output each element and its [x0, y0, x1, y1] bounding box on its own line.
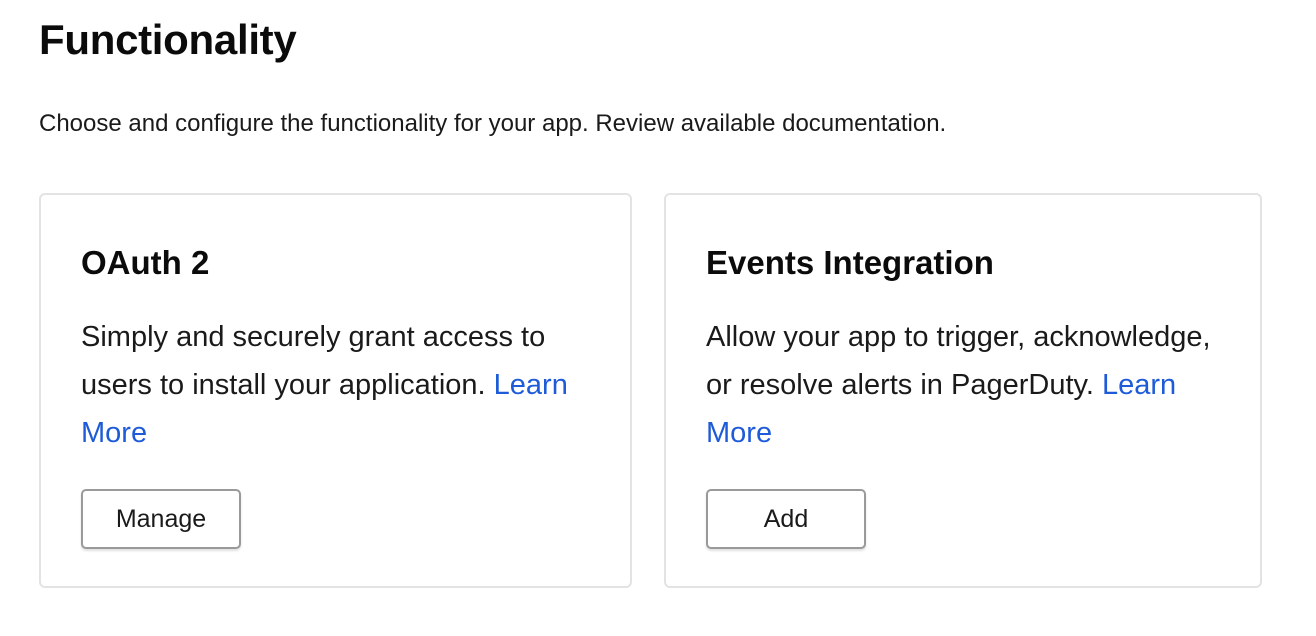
- page-subtitle: Choose and configure the functionality f…: [39, 110, 947, 137]
- events-integration-card: Events Integration Allow your app to tri…: [664, 193, 1262, 588]
- functionality-page: Functionality Choose and configure the f…: [0, 0, 1316, 636]
- events-integration-card-title: Events Integration: [706, 244, 994, 281]
- oauth2-card: OAuth 2 Simply and securely grant access…: [39, 193, 632, 588]
- oauth2-card-title: OAuth 2: [81, 244, 210, 281]
- manage-button[interactable]: Manage: [81, 489, 241, 549]
- events-integration-card-description: Allow your app to trigger, acknowledge, …: [706, 313, 1216, 457]
- add-button[interactable]: Add: [706, 489, 866, 549]
- oauth2-description-text: Simply and securely grant access to user…: [81, 321, 546, 401]
- page-title: Functionality: [39, 16, 297, 63]
- oauth2-card-description: Simply and securely grant access to user…: [81, 313, 591, 457]
